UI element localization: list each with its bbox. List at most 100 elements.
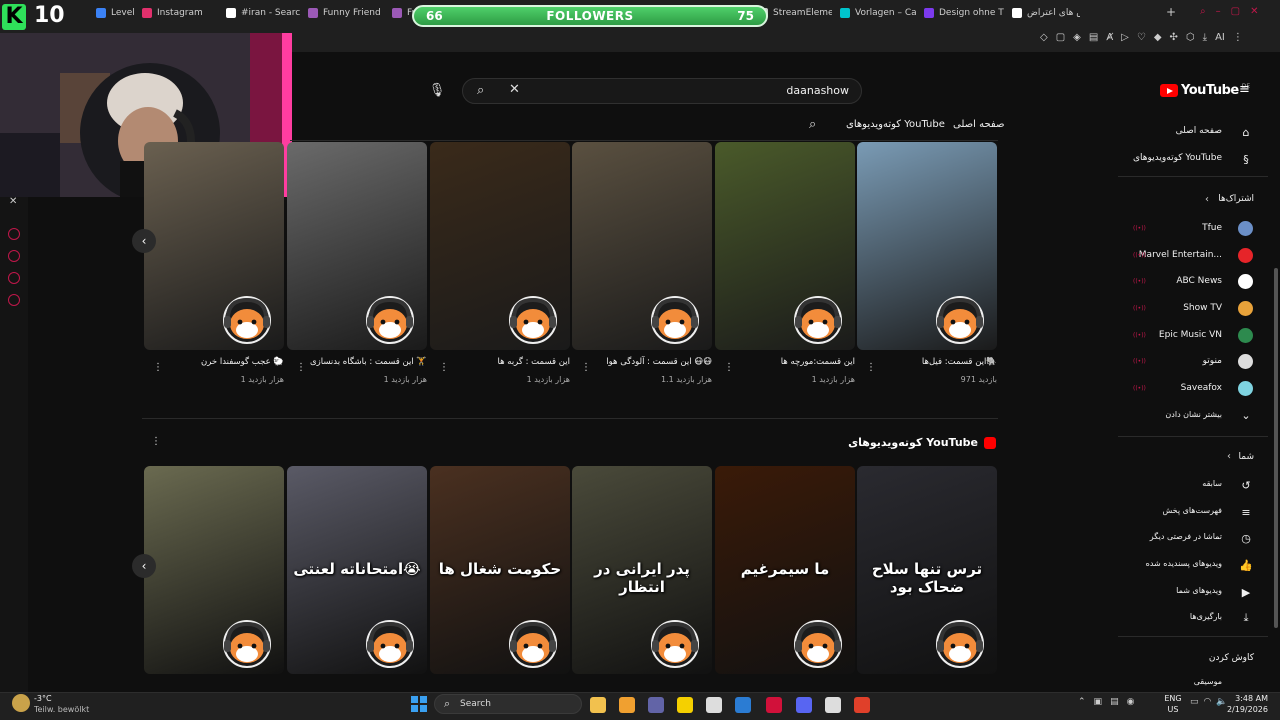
short-thumbnail[interactable]: حکومت شغال ها — [430, 466, 570, 674]
video-title[interactable]: این قسمت : آلودگی هوا 😷😷 — [572, 357, 712, 367]
download-icon[interactable]: ⤓ — [1238, 610, 1254, 626]
taskbar-search-box[interactable]: ⌕ Search — [434, 694, 582, 714]
clear-search-icon[interactable]: ✕ — [509, 82, 520, 97]
clock-time[interactable]: 3:48 AM — [1226, 694, 1268, 703]
rail-settings-icon[interactable] — [8, 294, 20, 306]
ai-icon[interactable]: AI — [1215, 32, 1225, 46]
video-title[interactable]: این قسمت:مورچه ها — [715, 357, 855, 367]
search-bar[interactable]: ⌕ ✕ daanashow — [462, 78, 862, 104]
browser-tab[interactable]: #iran - Search — [218, 2, 300, 24]
browser-tab[interactable]: Funny Friend — [300, 2, 384, 24]
puzzle-icon[interactable]: ✣ — [1170, 32, 1178, 46]
search-tabs-icon[interactable]: ⌕ — [1200, 6, 1206, 18]
sidebar-item-label[interactable]: سابقه — [1202, 479, 1222, 488]
shield-icon[interactable]: ◈ — [1073, 32, 1081, 46]
sidebar-item-label[interactable]: بارگیری‌ها — [1190, 612, 1222, 621]
subscription-item[interactable]: Tfue — [1202, 223, 1222, 233]
you-section-header[interactable]: شما — [1239, 452, 1255, 462]
video-title[interactable]: این قسمت : گربه ها — [430, 357, 570, 367]
translate-icon[interactable]: Ⱥ — [1106, 32, 1113, 46]
shorts-icon[interactable]: § — [1238, 151, 1254, 167]
video-menu-icon[interactable]: ⋮ — [724, 362, 734, 374]
screenshot-icon[interactable]: ▢ — [1056, 32, 1065, 46]
subscription-item[interactable]: Marvel Entertain... — [1139, 250, 1222, 260]
browser-tab[interactable]: Instagram — [134, 2, 218, 24]
play-icon[interactable]: ▷ — [1121, 32, 1129, 46]
download-icon[interactable]: ⤓ — [1203, 32, 1207, 46]
subscription-item[interactable]: ABC News — [1176, 276, 1222, 286]
chevron-down-icon[interactable]: ⌄ — [1238, 407, 1254, 423]
youtube-logo[interactable]: YouTube DE — [1160, 83, 1250, 98]
show-more-link[interactable]: بیشتر نشان دادن — [1165, 410, 1222, 419]
subscription-item[interactable]: Epic Music VN — [1159, 330, 1222, 340]
rail-send-icon[interactable] — [8, 272, 20, 284]
tabs-search-icon[interactable]: ⌕ — [809, 117, 816, 132]
cube-icon[interactable]: ⬡ — [1186, 32, 1195, 46]
short-thumbnail[interactable]: ترس تنها سلاح ضحاک بود — [857, 466, 997, 674]
tray-app-icon[interactable]: ▣ — [1094, 697, 1103, 707]
input-language[interactable]: ENG — [1164, 694, 1182, 703]
hamburger-menu-icon[interactable]: ≡ — [1239, 83, 1253, 96]
home-icon[interactable]: ⌂ — [1238, 124, 1254, 140]
sidebar-item-label[interactable]: ویدیوهای پسندیده شده — [1146, 559, 1222, 568]
video-thumbnail[interactable] — [287, 142, 427, 350]
shorts-more-icon[interactable]: ⋮ — [151, 436, 161, 448]
sidebar-item-label[interactable]: صفحه اصلی — [1176, 126, 1222, 136]
explore-header[interactable]: کاوش کردن — [1209, 653, 1254, 663]
extension-icon[interactable]: ◆ — [1154, 32, 1162, 46]
sidebar-item-label[interactable]: تماشا در فرصتی دیگر — [1150, 532, 1222, 541]
input-region[interactable]: US — [1164, 705, 1182, 714]
your-videos-icon[interactable]: ▶ — [1238, 584, 1254, 600]
subscription-item[interactable]: منوتو — [1203, 356, 1222, 366]
rail-history-icon[interactable] — [8, 228, 20, 240]
search-input[interactable]: daanashow — [786, 84, 849, 97]
tab-shorts[interactable]: کوته‌ویدیوهای YouTube — [846, 119, 945, 130]
file-explorer-icon[interactable] — [590, 697, 606, 713]
sidebar-item-label[interactable]: ویدیوهای شما — [1176, 586, 1222, 595]
browser-tab[interactable]: عکس های اعتراض — [1004, 2, 1080, 24]
tray-chevron-icon[interactable]: ⌃ — [1078, 697, 1086, 707]
video-thumbnail[interactable] — [144, 142, 284, 350]
short-thumbnail[interactable]: ما سیمرغیم — [715, 466, 855, 674]
video-title[interactable]: عجب گوسفندا خرن 🐑 — [144, 357, 284, 367]
playlist-icon[interactable]: ≡ — [1238, 504, 1254, 520]
start-button[interactable] — [411, 696, 427, 712]
like-icon[interactable]: 👍 — [1238, 557, 1254, 573]
video-thumbnail[interactable] — [857, 142, 997, 350]
video-menu-icon[interactable]: ⋮ — [581, 362, 591, 374]
menu-dots-icon[interactable]: ⋮ — [1233, 32, 1243, 46]
subscription-item[interactable]: Saveafox — [1181, 383, 1222, 393]
clock-date[interactable]: 2/19/2026 — [1226, 705, 1268, 714]
discord-icon[interactable] — [796, 697, 812, 713]
short-thumbnail[interactable]: پدر ایرانی در انتظار — [572, 466, 712, 674]
video-title[interactable]: این قسمت: فیل‌ها🐘 — [857, 357, 997, 367]
browser-tab[interactable]: Vorlagen – Ca — [832, 2, 916, 24]
sidebar-scrollbar[interactable] — [1274, 268, 1278, 628]
browser-tab[interactable]: Design ohne T — [916, 2, 1004, 24]
history-icon[interactable]: ↺ — [1238, 477, 1254, 493]
tray-app2-icon[interactable]: ▤ — [1110, 697, 1119, 707]
new-tab-button[interactable]: + — [1166, 5, 1176, 19]
browser-icon[interactable] — [619, 697, 635, 713]
weather-icon[interactable] — [12, 694, 30, 712]
video-title[interactable]: این قسمت : باشگاه بدنسازی 🏋 — [287, 357, 427, 367]
store-icon[interactable] — [706, 697, 722, 713]
subscription-item[interactable]: Show TV — [1183, 303, 1222, 313]
sidebar-item-music[interactable]: موسیقی — [1194, 677, 1222, 686]
rail-clock-icon[interactable] — [8, 250, 20, 262]
sidebar-item-label[interactable]: فهرست‌های پخش — [1162, 506, 1222, 515]
opera-icon[interactable] — [766, 697, 782, 713]
video-thumbnail[interactable] — [572, 142, 712, 350]
video-menu-icon[interactable]: ⋮ — [296, 362, 306, 374]
subscriptions-header[interactable]: اشتراک‌ها — [1218, 194, 1254, 204]
row2-prev-arrow[interactable]: ‹ — [132, 554, 156, 578]
minimize-icon[interactable]: – — [1216, 6, 1221, 18]
row1-prev-arrow[interactable]: ‹ — [132, 229, 156, 253]
video-thumbnail[interactable] — [715, 142, 855, 350]
video-menu-icon[interactable]: ⋮ — [439, 362, 449, 374]
voice-search-button[interactable]: 🎙 — [427, 83, 447, 101]
network-icon[interactable]: ▭ — [1190, 697, 1199, 707]
sidebar-item-label[interactable]: کوته‌ویدیوهای YouTube — [1133, 153, 1222, 163]
browser-tab[interactable]: Level 30 Case — [88, 2, 134, 24]
app-icon[interactable] — [825, 697, 841, 713]
